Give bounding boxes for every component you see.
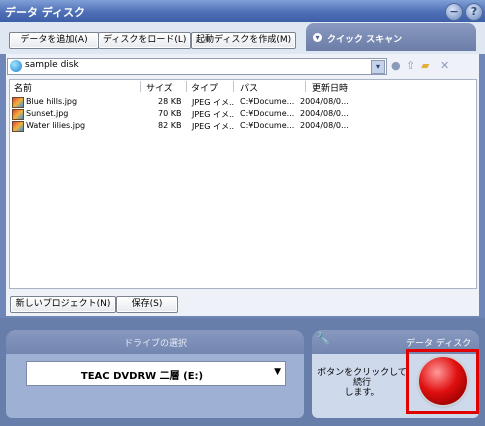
file-type: JPEG イメ.. xyxy=(192,98,235,107)
file-modified: 2004/08/0... xyxy=(300,121,349,130)
file-size: 82 KB xyxy=(158,121,182,130)
new-project-button[interactable]: 新しいプロジェクト(N) xyxy=(10,296,116,313)
image-file-icon xyxy=(12,97,24,108)
file-row[interactable]: Blue hills.jpg 28 KB JPEG イメ.. C:¥Docume… xyxy=(12,97,472,109)
up-folder-icon[interactable]: ⇧ xyxy=(406,60,415,72)
drive-select[interactable]: TEAC DVDRW 二層 (E:) ▼ xyxy=(26,361,286,386)
path-dropdown-icon[interactable]: ▾ xyxy=(371,60,385,74)
image-file-icon xyxy=(12,121,24,132)
minimize-icon[interactable]: − xyxy=(445,3,463,21)
drive-panel-title: ドライブの選択 xyxy=(124,339,188,349)
image-file-icon xyxy=(12,109,24,120)
new-folder-icon[interactable]: ▰ xyxy=(421,60,429,72)
file-path: C:¥Docume... xyxy=(240,109,295,118)
title-bar: データ ディスク − ? xyxy=(0,0,485,22)
globe-icon xyxy=(10,60,22,72)
burn-go-button[interactable] xyxy=(419,357,467,405)
back-icon[interactable]: ● xyxy=(391,60,401,72)
add-data-button[interactable]: データを追加(A) xyxy=(9,32,99,49)
file-path: C:¥Docume... xyxy=(240,97,295,106)
file-name: Water lilies.jpg xyxy=(26,121,86,130)
file-modified: 2004/08/0... xyxy=(300,97,349,106)
file-modified: 2004/08/0... xyxy=(300,109,349,118)
drive-select-value: TEAC DVDRW 二層 (E:) xyxy=(80,371,204,382)
column-divider xyxy=(140,81,141,92)
wrench-icon[interactable]: 🔧 xyxy=(315,331,330,345)
file-type: JPEG イメ.. xyxy=(192,110,235,119)
chevron-icon: ▾ xyxy=(313,33,322,42)
file-row[interactable]: Sunset.jpg 70 KB JPEG イメ.. C:¥Docume... … xyxy=(12,109,472,121)
column-header-type[interactable]: タイプ xyxy=(191,81,218,94)
file-size: 28 KB xyxy=(158,97,182,106)
column-divider xyxy=(305,81,306,92)
save-button[interactable]: 保存(S) xyxy=(116,296,178,313)
make-boot-disc-button[interactable]: 起動ディスクを作成(M) xyxy=(191,32,296,49)
delete-icon[interactable]: ✕ xyxy=(440,60,449,72)
column-header-name[interactable]: 名前 xyxy=(14,81,32,94)
column-header-path[interactable]: パス xyxy=(240,81,258,94)
file-path: C:¥Docume... xyxy=(240,121,295,130)
file-row[interactable]: Water lilies.jpg 82 KB JPEG イメ.. C:¥Docu… xyxy=(12,121,472,133)
chevron-down-icon[interactable]: ▼ xyxy=(274,367,281,377)
column-divider xyxy=(186,81,187,92)
action-hint-line2: します。 xyxy=(344,388,380,398)
column-header-modified[interactable]: 更新日時 xyxy=(312,81,348,94)
file-type: JPEG イメ.. xyxy=(192,122,235,131)
file-name: Blue hills.jpg xyxy=(26,97,78,106)
action-hint-line1: ボタンをクリックして続行 xyxy=(317,368,407,388)
path-value: sample disk xyxy=(25,60,79,70)
help-icon[interactable]: ? xyxy=(465,3,483,21)
action-hint: ボタンをクリックして続行 します。 xyxy=(314,368,410,398)
action-panel-title: データ ディスク xyxy=(406,339,472,349)
path-field[interactable]: sample disk xyxy=(7,58,387,75)
quick-scan-label[interactable]: クイック スキャン xyxy=(327,32,402,45)
column-divider xyxy=(233,81,234,92)
load-disc-button[interactable]: ディスクをロード(L) xyxy=(98,32,191,49)
file-size: 70 KB xyxy=(158,109,182,118)
column-header-size[interactable]: サイズ xyxy=(146,81,173,94)
file-name: Sunset.jpg xyxy=(26,109,69,118)
window-title: データ ディスク xyxy=(5,6,86,19)
